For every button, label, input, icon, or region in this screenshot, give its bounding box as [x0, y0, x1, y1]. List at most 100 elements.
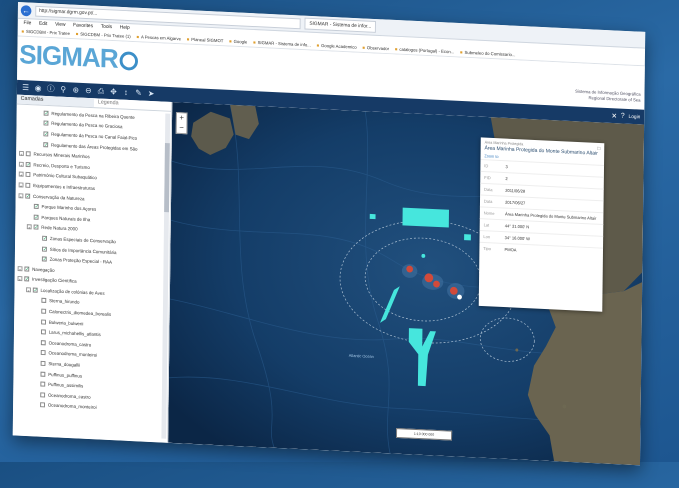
expand-icon[interactable]: + [18, 266, 23, 271]
favorite-link[interactable]: Submeleo do Comissario... [460, 50, 515, 58]
menu-tools[interactable]: Tools [101, 24, 112, 30]
attribute-key: Lon [483, 234, 504, 240]
layer-checkbox[interactable] [41, 298, 46, 303]
expand-icon[interactable]: + [19, 172, 24, 177]
help-icon[interactable]: ? [621, 113, 625, 120]
favorite-link[interactable]: Google Academico [317, 43, 357, 50]
layer-checkbox[interactable]: ✓ [43, 131, 48, 136]
favorite-link[interactable]: SIGCDBM - Prix Tratee (1) [76, 31, 131, 39]
layer-label: Conservação da Natureza [33, 193, 85, 200]
menu-edit[interactable]: Edit [39, 21, 47, 27]
logo-text: SIGMAR [19, 40, 118, 74]
layer-checkbox[interactable]: ✓ [34, 204, 39, 209]
login-link[interactable]: Login [629, 113, 641, 119]
popup-attribute-table: ID3FID2Data2011/06/28Data2017/06/27NomeÁ… [479, 159, 604, 259]
layer-checkbox[interactable]: ✓ [44, 121, 49, 126]
layer-label: Sterna_hirundo [49, 299, 79, 305]
menu-favorites[interactable]: Favorites [73, 22, 93, 29]
layer-label: Bulweria_bulwerii [49, 320, 84, 327]
print-icon[interactable]: ⎙ [96, 86, 106, 96]
layer-label: Oceanodroma_castro [48, 393, 91, 400]
favorite-link[interactable]: Google [229, 39, 247, 45]
layer-checkbox[interactable]: ✓ [24, 266, 29, 271]
close-icon[interactable]: □ [597, 146, 600, 152]
layer-label: Navegação [32, 267, 54, 273]
layer-checkbox[interactable] [40, 403, 45, 408]
layer-checkbox[interactable]: ✓ [25, 193, 30, 198]
layer-checkbox[interactable] [41, 309, 46, 314]
layer-label: Oceanodroma_monteiroi [48, 403, 97, 410]
zoom-out-icon[interactable]: ⊖ [83, 85, 93, 95]
browser-tab[interactable]: SIGMAR - Sistema de infor... [304, 18, 376, 33]
zoom-out-button[interactable]: − [177, 123, 187, 133]
layer-checkbox[interactable] [41, 330, 46, 335]
layer-checkbox[interactable]: ✓ [42, 257, 47, 262]
layer-label: Recursos Minerais Marinhos [33, 152, 89, 160]
expand-icon[interactable]: + [19, 161, 24, 166]
menu-view[interactable]: View [55, 22, 65, 28]
favorite-link[interactable]: SIGMAR - Sistema de info... [253, 40, 311, 48]
layer-checkbox[interactable] [41, 319, 46, 324]
zoom-in-icon[interactable]: ⊕ [71, 85, 81, 95]
measure-icon[interactable]: ↕ [121, 87, 131, 97]
search-icon[interactable]: ⚲ [58, 84, 68, 94]
attribute-key: Data [484, 198, 505, 204]
draw-icon[interactable]: ✎ [134, 88, 144, 98]
attribute-key: ID [484, 163, 505, 169]
expand-icon[interactable]: + [19, 182, 24, 187]
favorite-link[interactable]: A Pescas em Algarve [136, 34, 181, 41]
favorite-link[interactable]: Observador [362, 45, 389, 51]
expand-icon[interactable]: + [27, 225, 32, 230]
layer-label: Calonectris_diomedea_borealis [49, 309, 111, 317]
toolbar-right: ✕ ? Login [611, 112, 644, 121]
back-icon[interactable]: ← [21, 5, 32, 16]
expand-icon[interactable]: + [17, 276, 22, 281]
layer-checkbox[interactable] [41, 350, 46, 355]
favorite-link[interactable]: Planeal SIGMOT [187, 37, 224, 44]
share-icon[interactable]: ➤ [146, 88, 156, 98]
zone-small [370, 214, 376, 219]
map-view[interactable]: Atlantic Ocean + − □ Área Marinha Proteg… [168, 102, 644, 465]
sigmar-logo: SIGMAR [19, 40, 138, 76]
layer-checkbox[interactable] [26, 151, 31, 156]
header-subtitle: Sistema de Informação Geográfica Regiona… [575, 89, 641, 104]
layer-label: Oceanodroma_castro [49, 340, 92, 347]
favorite-link[interactable]: SIGCDBM - Prix Tratee [21, 29, 70, 36]
zoom-in-button[interactable]: + [177, 113, 187, 123]
layer-checkbox[interactable] [40, 371, 45, 376]
layer-checkbox[interactable]: ✓ [24, 277, 29, 282]
layer-checkbox[interactable]: ✓ [42, 236, 47, 241]
menu-help[interactable]: Help [120, 25, 130, 31]
pan-icon[interactable]: ✥ [109, 87, 119, 97]
attribute-key: Data [484, 186, 505, 192]
expand-icon[interactable]: + [26, 287, 31, 292]
close-icon[interactable]: ✕ [611, 112, 617, 120]
expand-icon[interactable]: + [19, 151, 24, 156]
layer-checkbox[interactable] [40, 392, 45, 397]
layer-checkbox[interactable]: ✓ [26, 162, 31, 167]
globe-icon[interactable]: ◉ [33, 83, 43, 93]
info-icon[interactable]: ⓘ [46, 84, 56, 94]
favorite-link[interactable]: catalogos (Portugal) - Econ... [395, 47, 454, 55]
layer-label: Localização de colónias de Aves [41, 288, 105, 296]
layer-checkbox[interactable] [26, 172, 31, 177]
menu-file[interactable]: File [24, 20, 32, 26]
layer-checkbox[interactable] [41, 361, 46, 366]
layers-icon[interactable]: ☰ [21, 82, 31, 92]
layer-label: Parques Naturais de Ilha [41, 215, 90, 222]
layer-checkbox[interactable] [41, 340, 46, 345]
zoom-control: + − [176, 112, 188, 134]
layer-checkbox[interactable] [40, 382, 45, 387]
layer-label: Zonas Especiais de Conservação [50, 236, 116, 244]
layer-checkbox[interactable]: ✓ [34, 214, 39, 219]
layer-checkbox[interactable]: ✓ [33, 287, 38, 292]
layer-checkbox[interactable]: ✓ [42, 246, 47, 251]
layer-checkbox[interactable] [25, 183, 30, 188]
scrollbar-thumb[interactable] [164, 143, 170, 212]
layer-checkbox[interactable]: ✓ [44, 110, 49, 115]
layer-label: Puffinus_assimilis [48, 382, 83, 389]
zone-small [464, 234, 471, 240]
layer-checkbox[interactable]: ✓ [43, 142, 48, 147]
layer-checkbox[interactable]: ✓ [34, 225, 39, 230]
expand-icon[interactable]: + [19, 193, 24, 198]
